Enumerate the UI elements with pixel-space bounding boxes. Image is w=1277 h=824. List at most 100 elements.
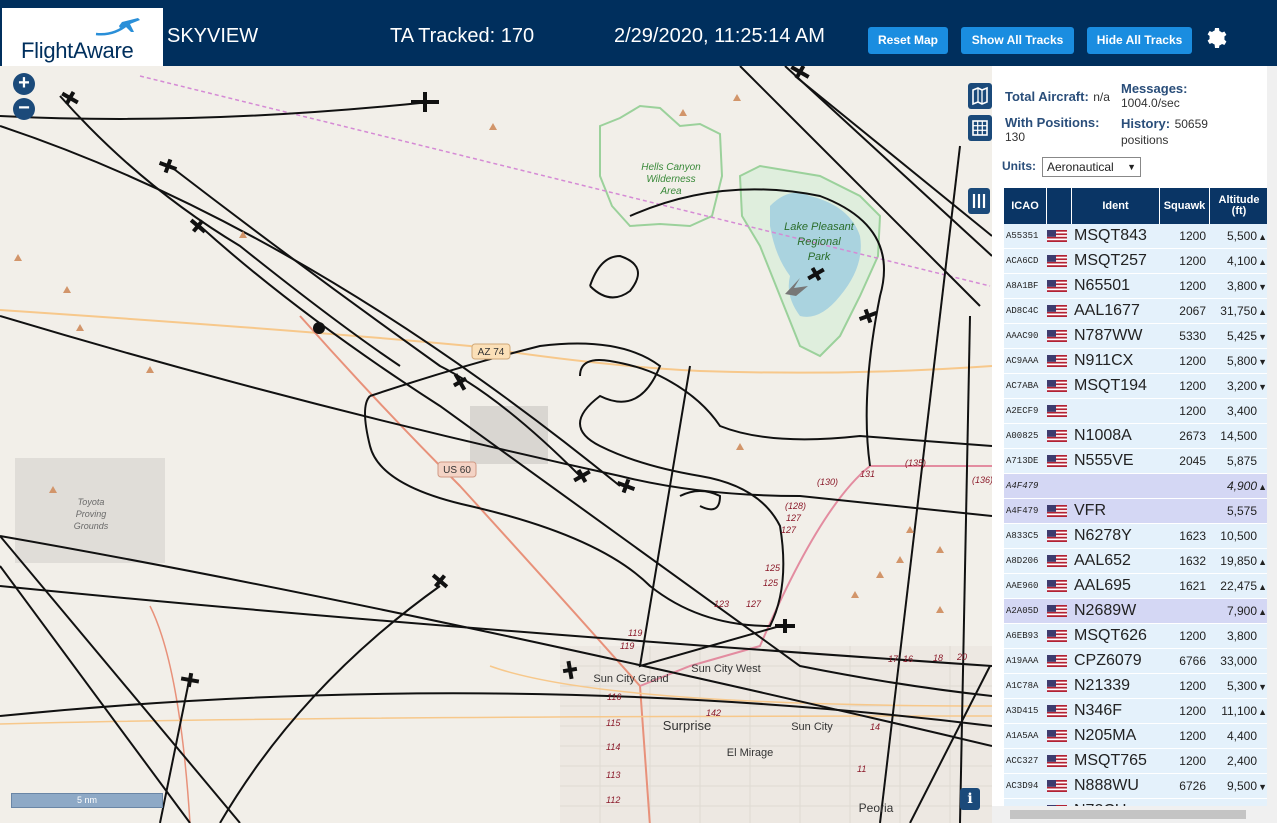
with-positions-value: 130: [1005, 130, 1026, 144]
col-squawk[interactable]: Squawk: [1160, 188, 1210, 224]
map-layers-button[interactable]: [968, 83, 992, 109]
cell-icao: AC3D94: [1006, 781, 1039, 791]
altitude-trend-icon: ▲: [1258, 582, 1267, 592]
cell-altitude: 5,300▼: [1210, 679, 1269, 693]
table-row[interactable]: A4F479 VFR 5,575: [1004, 499, 1269, 524]
altitude-value: 31,750: [1220, 304, 1257, 318]
hide-all-tracks-button[interactable]: Hide All Tracks: [1087, 27, 1192, 54]
us-flag-icon: [1047, 505, 1067, 517]
site-name: SKYVIEW: [167, 25, 259, 47]
zoom-out-button[interactable]: −: [13, 98, 35, 120]
altitude-trend-icon: ▼: [1258, 382, 1267, 392]
svg-text:113: 113: [606, 770, 620, 780]
altitude-trend-icon: ▼: [1258, 782, 1267, 792]
svg-text:127: 127: [781, 525, 797, 535]
svg-text:131: 131: [860, 469, 875, 479]
table-row[interactable]: A6EB93 MSQT626 1200 3,800: [1004, 624, 1269, 649]
cell-squawk: 1200: [1179, 754, 1206, 768]
panel-toggle-button[interactable]: [968, 188, 990, 214]
messages-value: 1004.0/sec: [1121, 96, 1180, 110]
table-row[interactable]: ACC327 MSQT765 1200 2,400: [1004, 749, 1269, 774]
units-label: Units:: [1002, 159, 1036, 173]
svg-text:(136): (136): [972, 475, 992, 485]
cell-flag: [1047, 280, 1072, 292]
show-all-tracks-button[interactable]: Show All Tracks: [961, 27, 1074, 54]
cell-icao: A00825: [1006, 431, 1039, 441]
table-row[interactable]: AC7ABA MSQT194 1200 3,200▼: [1004, 374, 1269, 399]
cell-ident: AAL652: [1074, 552, 1131, 569]
map-canvas[interactable]: Hells Canyon Wilderness Area Lake Pleasa…: [0, 66, 992, 823]
scroll-thumb[interactable]: [1010, 810, 1246, 819]
label-toyota-3: Grounds: [74, 521, 109, 531]
cell-altitude: 14,500: [1210, 429, 1269, 443]
cell-icao: ACC327: [1006, 756, 1039, 766]
altitude-trend-icon: ▲: [1258, 232, 1267, 242]
cell-icao: A55351: [1006, 231, 1039, 241]
altitude-trend-icon: ▲: [1258, 482, 1267, 492]
table-row[interactable]: A833C5 N6278Y 1623 10,500: [1004, 524, 1269, 549]
col-altitude[interactable]: Altitude (ft): [1210, 188, 1269, 224]
units-select-value: Aeronautical: [1047, 160, 1114, 174]
flightaware-logo[interactable]: FlightAware: [2, 8, 163, 67]
label-toyota-2: Proving: [76, 509, 107, 519]
table-row[interactable]: A4F479 4,900▲: [1004, 474, 1269, 499]
table-row[interactable]: A8A1BF N65501 1200 3,800▼: [1004, 274, 1269, 299]
cell-squawk: 1200: [1179, 379, 1206, 393]
svg-text:142: 142: [706, 708, 721, 718]
table-row[interactable]: A1A5AA N205MA 1200 4,400: [1004, 724, 1269, 749]
table-row[interactable]: A8D206 AAL652 1632 19,850▲: [1004, 549, 1269, 574]
zoom-in-button[interactable]: +: [13, 73, 35, 95]
cell-icao: A833C5: [1006, 531, 1039, 541]
vertical-scrollbar[interactable]: [1267, 66, 1277, 806]
altitude-value: 4,100: [1226, 254, 1257, 268]
us-flag-icon: [1047, 655, 1067, 667]
label-lake-pleasant-1: Lake Pleasant: [784, 221, 855, 233]
cell-altitude: 2,400: [1210, 754, 1269, 768]
table-row[interactable]: AC9AAA N911CX 1200 5,800▼: [1004, 349, 1269, 374]
cell-squawk: 6766: [1179, 654, 1206, 668]
altitude-value: 9,500: [1226, 779, 1257, 793]
us-flag-icon: [1047, 605, 1067, 617]
col-ident[interactable]: Ident: [1072, 188, 1160, 224]
cell-squawk: 1200: [1179, 254, 1206, 268]
cell-altitude: 4,100▲: [1210, 254, 1269, 268]
az74-label: AZ 74: [478, 347, 505, 358]
cell-icao: A2A05D: [1006, 606, 1039, 616]
gear-icon[interactable]: [1203, 26, 1227, 50]
svg-text:(128): (128): [785, 501, 806, 511]
table-row[interactable]: AAE960 AAL695 1621 22,475▲: [1004, 574, 1269, 599]
table-row[interactable]: A19AAA CPZ6079 6766 33,000: [1004, 649, 1269, 674]
cell-ident: N6278Y: [1074, 527, 1132, 544]
table-row[interactable]: A1C78A N21339 1200 5,300▼: [1004, 674, 1269, 699]
altitude-value: 19,850: [1220, 554, 1257, 568]
us-flag-icon: [1047, 705, 1067, 717]
table-row[interactable]: A55351 MSQT843 1200 5,500▲: [1004, 224, 1269, 249]
history-label: History:: [1121, 116, 1171, 131]
table-row[interactable]: A2A05D N2689W 7,900▲: [1004, 599, 1269, 624]
table-row[interactable]: AAAC90 N787WW 5330 5,425▼: [1004, 324, 1269, 349]
horizontal-scrollbar[interactable]: [992, 806, 1277, 823]
total-aircraft-label: Total Aircraft:: [1005, 89, 1089, 104]
cell-ident: MSQT194: [1074, 377, 1147, 394]
altitude-value: 2,400: [1226, 754, 1257, 768]
altitude-value: 5,425: [1226, 329, 1257, 343]
cell-ident: VFR: [1074, 502, 1106, 519]
col-flag[interactable]: [1047, 188, 1072, 224]
reset-map-button[interactable]: Reset Map: [868, 27, 948, 54]
table-row[interactable]: A713DE N555VE 2045 5,875: [1004, 449, 1269, 474]
altitude-value: 4,400: [1226, 729, 1257, 743]
table-row[interactable]: A00825 N1008A 2673 14,500: [1004, 424, 1269, 449]
cell-icao: A713DE: [1006, 456, 1039, 466]
table-row[interactable]: AC3D94 N888WU 6726 9,500▼: [1004, 774, 1269, 799]
table-row[interactable]: AD8C4C AAL1677 2067 31,750▲: [1004, 299, 1269, 324]
info-button[interactable]: i: [960, 788, 980, 810]
messages: Messages: 1004.0/sec: [1121, 81, 1211, 110]
grid-toggle-button[interactable]: [968, 115, 992, 141]
col-icao[interactable]: ICAO: [1004, 188, 1047, 224]
cell-squawk: 2067: [1179, 304, 1206, 318]
table-row[interactable]: A3D415 N346F 1200 11,100▲: [1004, 699, 1269, 724]
units-select[interactable]: Aeronautical ▼: [1042, 157, 1141, 177]
cell-flag: [1047, 780, 1072, 792]
table-row[interactable]: ACA6CD MSQT257 1200 4,100▲: [1004, 249, 1269, 274]
table-row[interactable]: A2ECF9 1200 3,400: [1004, 399, 1269, 424]
